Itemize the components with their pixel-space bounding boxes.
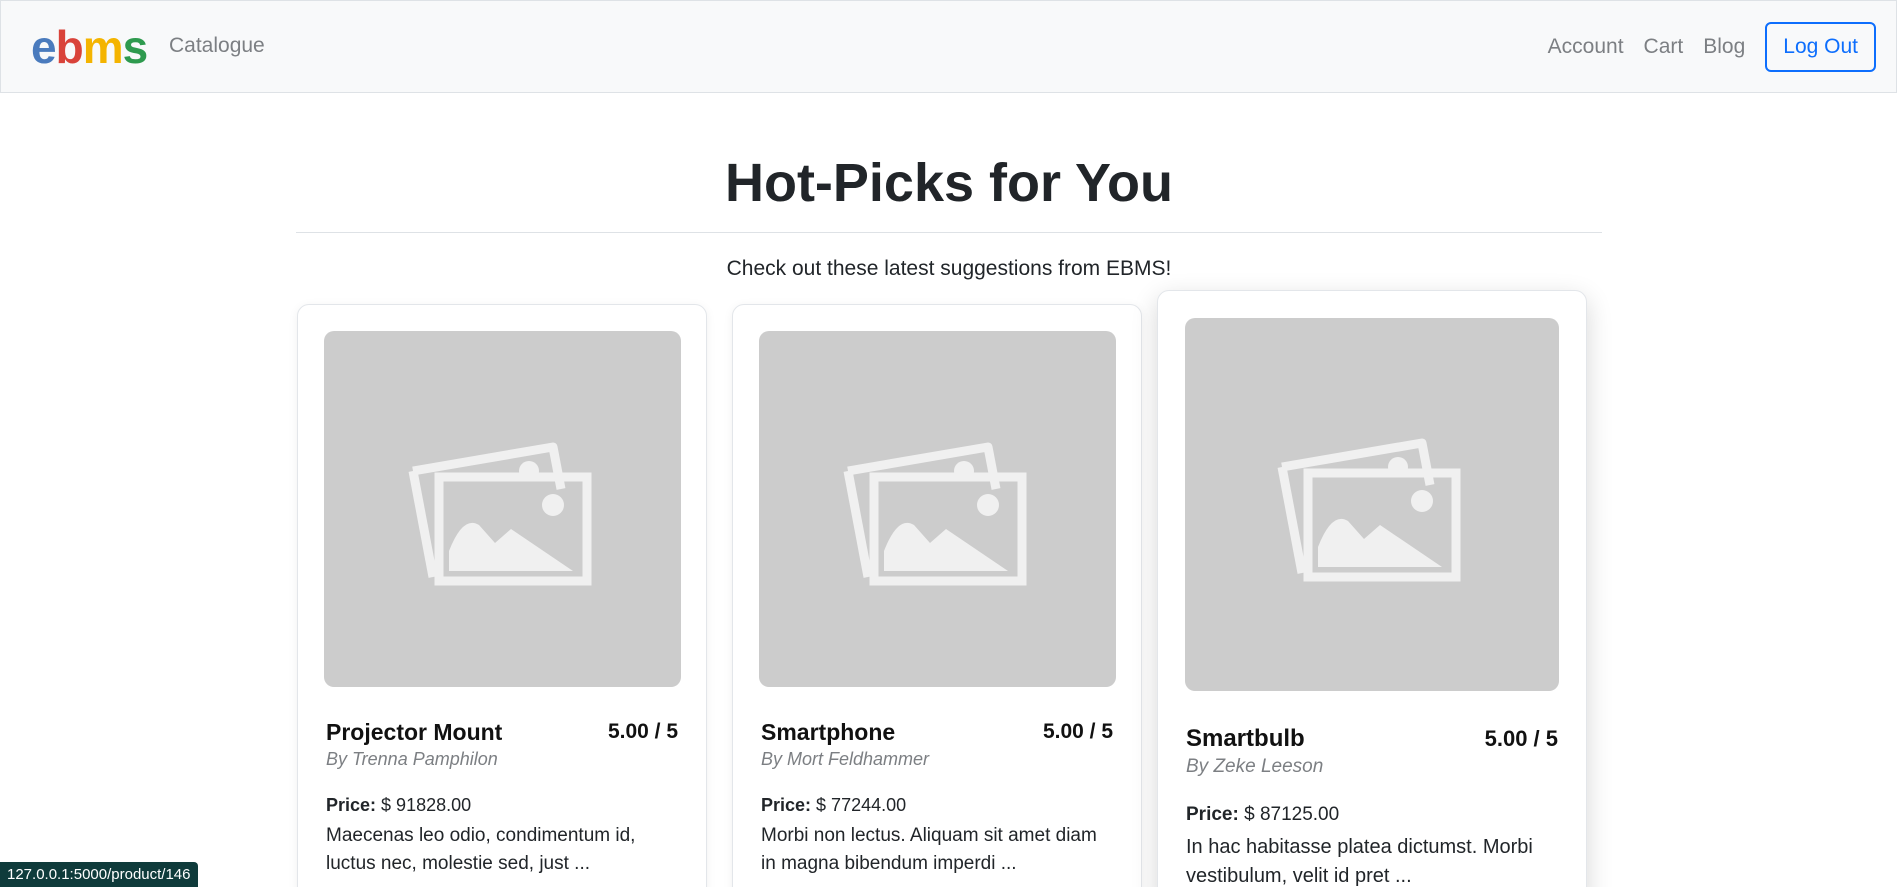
- price-label: Price:: [761, 795, 812, 815]
- product-description: In hac habitasse platea dictumst. Morbi …: [1186, 833, 1571, 887]
- nav-link-blog[interactable]: Blog: [1703, 35, 1745, 59]
- description-line: in magna bibendum imperdi ...: [761, 853, 1017, 874]
- navbar: ebms Catalogue Account Cart Blog Log Out: [0, 0, 1897, 93]
- image-placeholder-icon: [1277, 438, 1461, 581]
- description-line: Maecenas leo odio, condimentum id,: [326, 825, 636, 846]
- brand-letter-e: e: [31, 21, 57, 73]
- product-rating: 5.00 / 5: [607, 720, 678, 743]
- product-price: Price: $ 91828.00: [326, 794, 471, 816]
- product-card[interactable]: Smartbulb 5.00 / 5 By Zeke Leeson Price:…: [1157, 290, 1587, 887]
- description-line: luctus nec, molestie sed, just ...: [326, 853, 591, 874]
- product-author: By Zeke Leeson: [1186, 756, 1324, 777]
- product-image[interactable]: [759, 331, 1116, 687]
- status-bar-url: 127.0.0.1:5000/product/146: [0, 862, 198, 887]
- product-description: Morbi non lectus. Aliquam sit amet diam …: [761, 822, 1131, 878]
- page-subtitle: Check out these latest suggestions from …: [726, 257, 1172, 280]
- product-card[interactable]: Smartphone 5.00 / 5 By Mort Feldhammer P…: [732, 304, 1142, 887]
- price-value: $ 87125.00: [1244, 804, 1340, 825]
- product-author: By Trenna Pamphilon: [326, 749, 498, 769]
- product-title[interactable]: Smartbulb: [1186, 725, 1305, 753]
- brand-logo[interactable]: ebms: [31, 21, 149, 73]
- product-description: Maecenas leo odio, condimentum id, luctu…: [326, 822, 686, 878]
- image-placeholder-icon: [843, 442, 1026, 586]
- description-line: In hac habitasse platea dictumst. Morbi: [1186, 836, 1533, 858]
- product-title[interactable]: Smartphone: [761, 718, 895, 746]
- page-title: Hot-Picks for You: [724, 153, 1174, 213]
- brand-letter-s: s: [122, 21, 149, 73]
- price-label: Price:: [1186, 804, 1239, 825]
- nav-right-group: Account Cart Blog Log Out: [1548, 21, 1876, 73]
- brand-letter-b: b: [55, 21, 84, 73]
- title-divider: [296, 232, 1602, 233]
- nav-link-catalogue[interactable]: Catalogue: [169, 33, 265, 59]
- product-rating: 5.00 / 5: [1484, 726, 1558, 751]
- price-value: $ 77244.00: [816, 795, 907, 815]
- nav-link-account[interactable]: Account: [1548, 35, 1624, 59]
- price-value: $ 91828.00: [381, 795, 472, 815]
- product-price: Price: $ 87125.00: [1186, 804, 1339, 826]
- product-card[interactable]: Projector Mount 5.00 / 5 By Trenna Pamph…: [297, 304, 707, 887]
- product-rating: 5.00 / 5: [1042, 720, 1113, 743]
- product-image[interactable]: [1185, 318, 1559, 691]
- product-price: Price: $ 77244.00: [761, 794, 906, 816]
- brand-letter-m: m: [82, 21, 124, 73]
- product-author: By Mort Feldhammer: [761, 749, 930, 769]
- price-label: Price:: [326, 795, 377, 815]
- description-line: Morbi non lectus. Aliquam sit amet diam: [761, 825, 1097, 846]
- description-line: vestibulum, velit id pret ...: [1186, 865, 1412, 887]
- image-placeholder-icon: [408, 442, 591, 586]
- nav-link-cart[interactable]: Cart: [1644, 35, 1684, 59]
- product-title[interactable]: Projector Mount: [326, 718, 502, 746]
- product-image[interactable]: [324, 331, 681, 687]
- logout-button[interactable]: Log Out: [1765, 22, 1876, 72]
